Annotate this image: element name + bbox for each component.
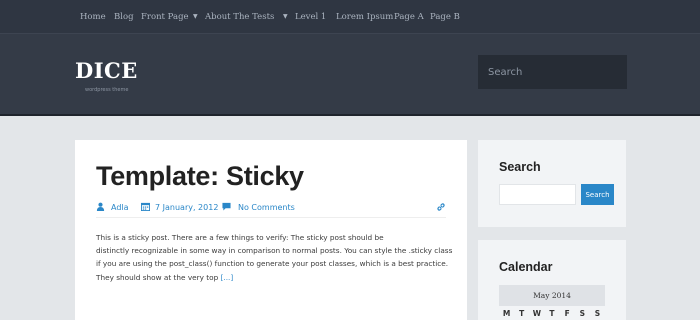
excerpt-line-text: They should show at the very top <box>96 272 221 282</box>
weekday-label: W <box>532 309 541 318</box>
post-comments-link[interactable]: No Comments <box>238 203 295 212</box>
site-header: DICE wordpress theme <box>0 33 700 116</box>
post-title[interactable]: Template: Sticky <box>96 161 304 192</box>
read-more-link[interactable]: [...] <box>221 273 234 282</box>
weekday-label: T <box>549 309 555 318</box>
calendar-caption: May 2014 <box>499 285 605 306</box>
user-icon <box>96 202 105 211</box>
dropdown-arrow-icon: ▼ <box>193 13 198 20</box>
comment-icon <box>222 202 231 211</box>
search-widget: Search Search <box>478 140 626 227</box>
nav-item-about-the-tests[interactable]: About The Tests <box>205 12 274 22</box>
nav-item-front-page[interactable]: Front Page <box>141 12 189 22</box>
nav-item-page-b[interactable]: Page B <box>430 12 460 22</box>
sidebar-search-input[interactable] <box>499 184 576 205</box>
search-widget-title: Search <box>499 160 541 174</box>
sidebar-search-button[interactable]: Search <box>581 184 614 205</box>
top-navigation: Home Blog Front Page ▼ About The Tests ▼… <box>0 0 700 33</box>
header-search-input[interactable] <box>478 55 627 89</box>
meta-divider <box>96 217 446 218</box>
nav-item-page-a[interactable]: Page A <box>394 12 424 22</box>
excerpt-line: They should show at the very top [...] <box>96 271 456 284</box>
excerpt-line: This is a sticky post. There are a few t… <box>96 233 384 242</box>
weekday-label: T <box>519 309 525 318</box>
weekday-label: M <box>502 309 511 318</box>
nav-item-home[interactable]: Home <box>80 12 106 22</box>
calendar-icon <box>141 202 150 211</box>
post-card: Template: Sticky Adla 7 January, 2012 No… <box>75 140 467 320</box>
nav-item-lorem-ipsum[interactable]: Lorem Ipsum <box>336 12 393 22</box>
excerpt-line: if you are using the post_class() functi… <box>96 259 449 269</box>
post-date[interactable]: 7 January, 2012 <box>155 203 218 212</box>
site-tagline: wordpress theme <box>85 87 129 93</box>
excerpt-line: distinctly recognizable in some way in c… <box>96 246 453 256</box>
calendar-widget-title: Calendar <box>499 260 553 274</box>
nav-item-level-1[interactable]: Level 1 <box>295 12 326 22</box>
weekday-label: S <box>579 309 585 318</box>
weekday-label: F <box>564 309 570 318</box>
dropdown-arrow-icon: ▼ <box>283 13 288 20</box>
calendar-weekday-header: M T W T F S S <box>499 306 605 320</box>
post-excerpt: This is a sticky post. There are a few t… <box>96 231 456 284</box>
link-icon[interactable] <box>436 202 446 212</box>
calendar-widget: Calendar May 2014 M T W T F S S <box>478 240 626 320</box>
weekday-label: S <box>594 309 601 318</box>
site-logo[interactable]: DICE <box>75 58 138 83</box>
post-author[interactable]: Adla <box>111 203 129 212</box>
nav-item-blog[interactable]: Blog <box>114 12 134 22</box>
